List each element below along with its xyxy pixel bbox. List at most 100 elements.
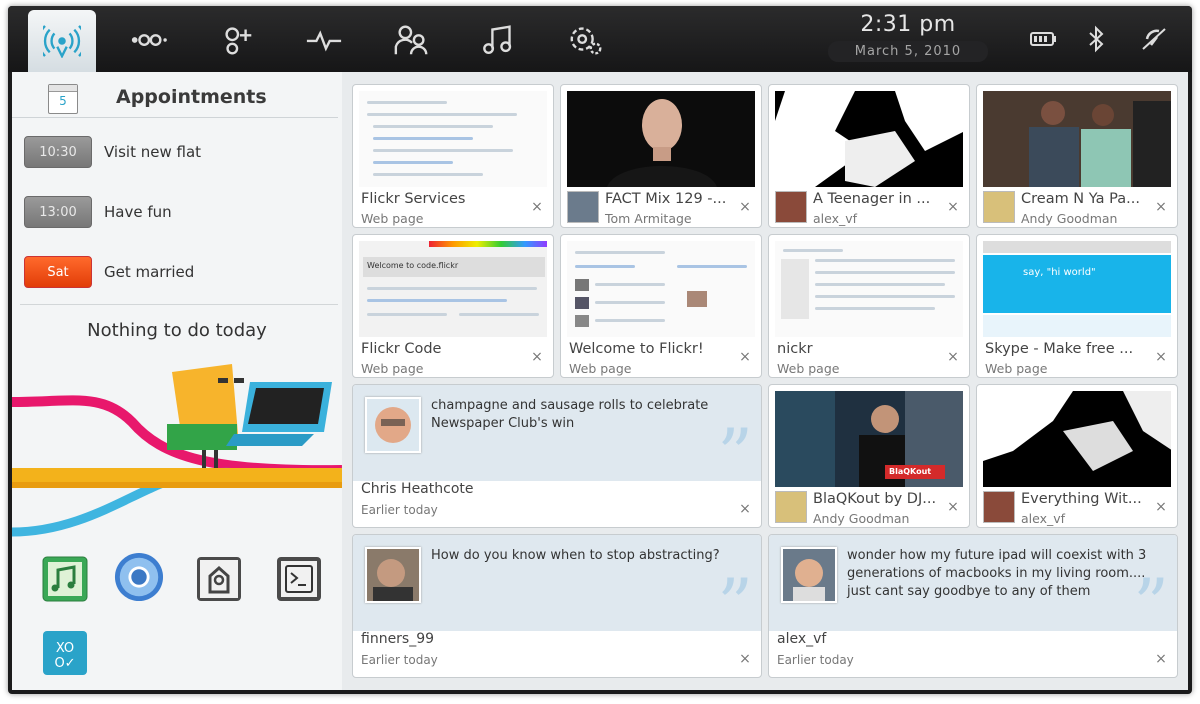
avatar — [983, 191, 1015, 223]
post-body: How do you know when to stop abstracting… — [353, 535, 761, 640]
photo-tile[interactable]: FACT Mix 129 -... Tom Armitage × — [560, 84, 762, 228]
web-page-tile[interactable]: say, "hi world" Skype - Make free ... We… — [976, 234, 1178, 378]
tile-title: Cream N Ya Pa... — [1021, 191, 1140, 207]
close-icon[interactable]: × — [1153, 499, 1169, 515]
appointments-header: 5 Appointments — [12, 72, 338, 118]
tasks-empty-text: Nothing to do today — [87, 320, 267, 341]
terminal-app-icon[interactable] — [274, 554, 324, 604]
post-time: Earlier today — [361, 503, 438, 517]
bluetooth-icon[interactable] — [1078, 24, 1114, 54]
photo-thumbnail — [567, 91, 755, 187]
contacts-icon[interactable] — [388, 20, 436, 60]
battery-icon[interactable] — [1026, 24, 1062, 54]
app-launchers: XO O✓ — [12, 542, 342, 690]
top-toolbar: 2:31 pm March 5, 2010 — [8, 6, 1192, 72]
appointment-time: 10:30 — [24, 136, 92, 168]
settings-app-icon[interactable] — [194, 554, 244, 604]
photo-tile[interactable]: Everything Wit... alex_vf × — [976, 384, 1178, 528]
close-icon[interactable]: × — [1153, 651, 1169, 667]
tile-subtitle: alex_vf — [813, 211, 858, 226]
calendar-icon: 5 — [48, 84, 78, 114]
music-app-icon[interactable] — [40, 554, 90, 604]
photo-tile[interactable]: Cream N Ya Pa... Andy Goodman × — [976, 84, 1178, 228]
photo-tile[interactable]: BlaQKout BlaQKout by DJ... Andy Goodman … — [768, 384, 970, 528]
music-icon[interactable] — [476, 20, 524, 60]
people-icon[interactable] — [214, 20, 262, 60]
appointment-label: Visit new flat — [104, 143, 202, 161]
tile-title: Everything Wit... — [1021, 491, 1142, 507]
avatar — [983, 491, 1015, 523]
appointment-item[interactable]: 10:30 Visit new flat — [24, 130, 324, 174]
close-icon[interactable]: × — [737, 199, 753, 215]
chrome-browser-icon[interactable] — [114, 552, 164, 602]
web-page-tile[interactable]: Flickr Services Web page × — [352, 84, 554, 228]
close-icon[interactable]: × — [945, 199, 961, 215]
left-sidebar: 5 Appointments 10:30 Visit new flat 13:0… — [12, 72, 342, 690]
myzone-panel: 5 Appointments 10:30 Visit new flat 13:0… — [12, 72, 1188, 690]
appointment-label: Have fun — [104, 203, 172, 221]
status-icon[interactable] — [124, 20, 172, 60]
web-thumbnail: say, "hi world" — [983, 241, 1171, 337]
appointment-time: Sat — [24, 256, 92, 288]
photo-thumbnail — [983, 391, 1171, 487]
quote-icon: ” — [717, 414, 753, 496]
close-icon[interactable]: × — [1153, 199, 1169, 215]
tile-subtitle: Web page — [777, 361, 840, 376]
close-icon[interactable]: × — [945, 499, 961, 515]
status-post-tile[interactable]: champagne and sausage rolls to celebrate… — [352, 384, 762, 528]
tile-subtitle: Andy Goodman — [813, 511, 910, 526]
close-icon[interactable]: × — [529, 349, 545, 365]
tile-subtitle: Web page — [361, 361, 424, 376]
appointment-label: Get married — [104, 263, 195, 281]
post-time: Earlier today — [777, 653, 854, 667]
avatar — [365, 397, 421, 453]
appointment-time: 13:00 — [24, 196, 92, 228]
status-post-tile[interactable]: wonder how my future ipad will coexist w… — [768, 534, 1178, 678]
close-icon[interactable]: × — [529, 199, 545, 215]
quote-icon: ” — [1133, 564, 1169, 646]
tile-title: Flickr Services — [361, 191, 466, 207]
flickr-code-banner: Welcome to code.flickr — [363, 257, 545, 277]
web-page-tile[interactable]: Welcome to code.flickr Flickr Code Web p… — [352, 234, 554, 378]
tile-subtitle: Tom Armitage — [605, 211, 692, 226]
clock-date: March 5, 2010 — [828, 41, 988, 62]
tile-title: FACT Mix 129 -... — [605, 191, 727, 207]
close-icon[interactable]: × — [737, 349, 753, 365]
moblin-desktop: 2:31 pm March 5, 2010 5 Appointments 10:… — [8, 6, 1192, 694]
web-page-tile[interactable]: nickr Web page × — [768, 234, 970, 378]
avatar — [365, 547, 421, 603]
photo-thumbnail: BlaQKout — [775, 391, 963, 487]
myzone-icon[interactable] — [28, 10, 96, 72]
web-thumbnail: Welcome to code.flickr — [359, 241, 547, 337]
appointments-title: Appointments — [116, 86, 267, 108]
avatar — [781, 547, 837, 603]
tile-subtitle: alex_vf — [1021, 511, 1066, 526]
appointment-item[interactable]: 13:00 Have fun — [24, 190, 324, 234]
close-icon[interactable]: × — [737, 651, 753, 667]
photo-tile[interactable]: A Teenager in ... alex_vf × — [768, 84, 970, 228]
tile-subtitle: Web page — [569, 361, 632, 376]
tile-subtitle: Web page — [361, 211, 424, 226]
tile-title: Skype - Make free ... — [985, 341, 1134, 357]
applications-icon[interactable] — [562, 20, 610, 60]
appointment-item[interactable]: Sat Get married — [24, 250, 324, 294]
close-icon[interactable]: × — [737, 501, 753, 517]
tile-title: A Teenager in ... — [813, 191, 931, 207]
svg-text:O✓: O✓ — [54, 656, 75, 671]
tile-title: nickr — [777, 341, 813, 357]
web-page-tile[interactable]: Welcome to Flickr! Web page × — [560, 234, 762, 378]
close-icon[interactable]: × — [1153, 349, 1169, 365]
tile-title: Flickr Code — [361, 341, 442, 357]
post-text: champagne and sausage rolls to celebrate… — [431, 398, 709, 431]
clock-time: 2:31 pm — [860, 12, 956, 37]
activity-icon[interactable] — [300, 20, 348, 60]
post-author: Chris Heathcote — [361, 481, 474, 497]
quote-icon: ” — [717, 564, 753, 646]
web-thumbnail — [567, 241, 755, 337]
games-app-icon[interactable]: XO O✓ — [40, 628, 90, 678]
network-icon[interactable] — [1136, 24, 1172, 54]
clock: 2:31 pm March 5, 2010 — [828, 12, 988, 62]
recent-items-grid: Flickr Services Web page × FACT Mix 129 … — [352, 84, 1182, 688]
close-icon[interactable]: × — [945, 349, 961, 365]
status-post-tile[interactable]: How do you know when to stop abstracting… — [352, 534, 762, 678]
